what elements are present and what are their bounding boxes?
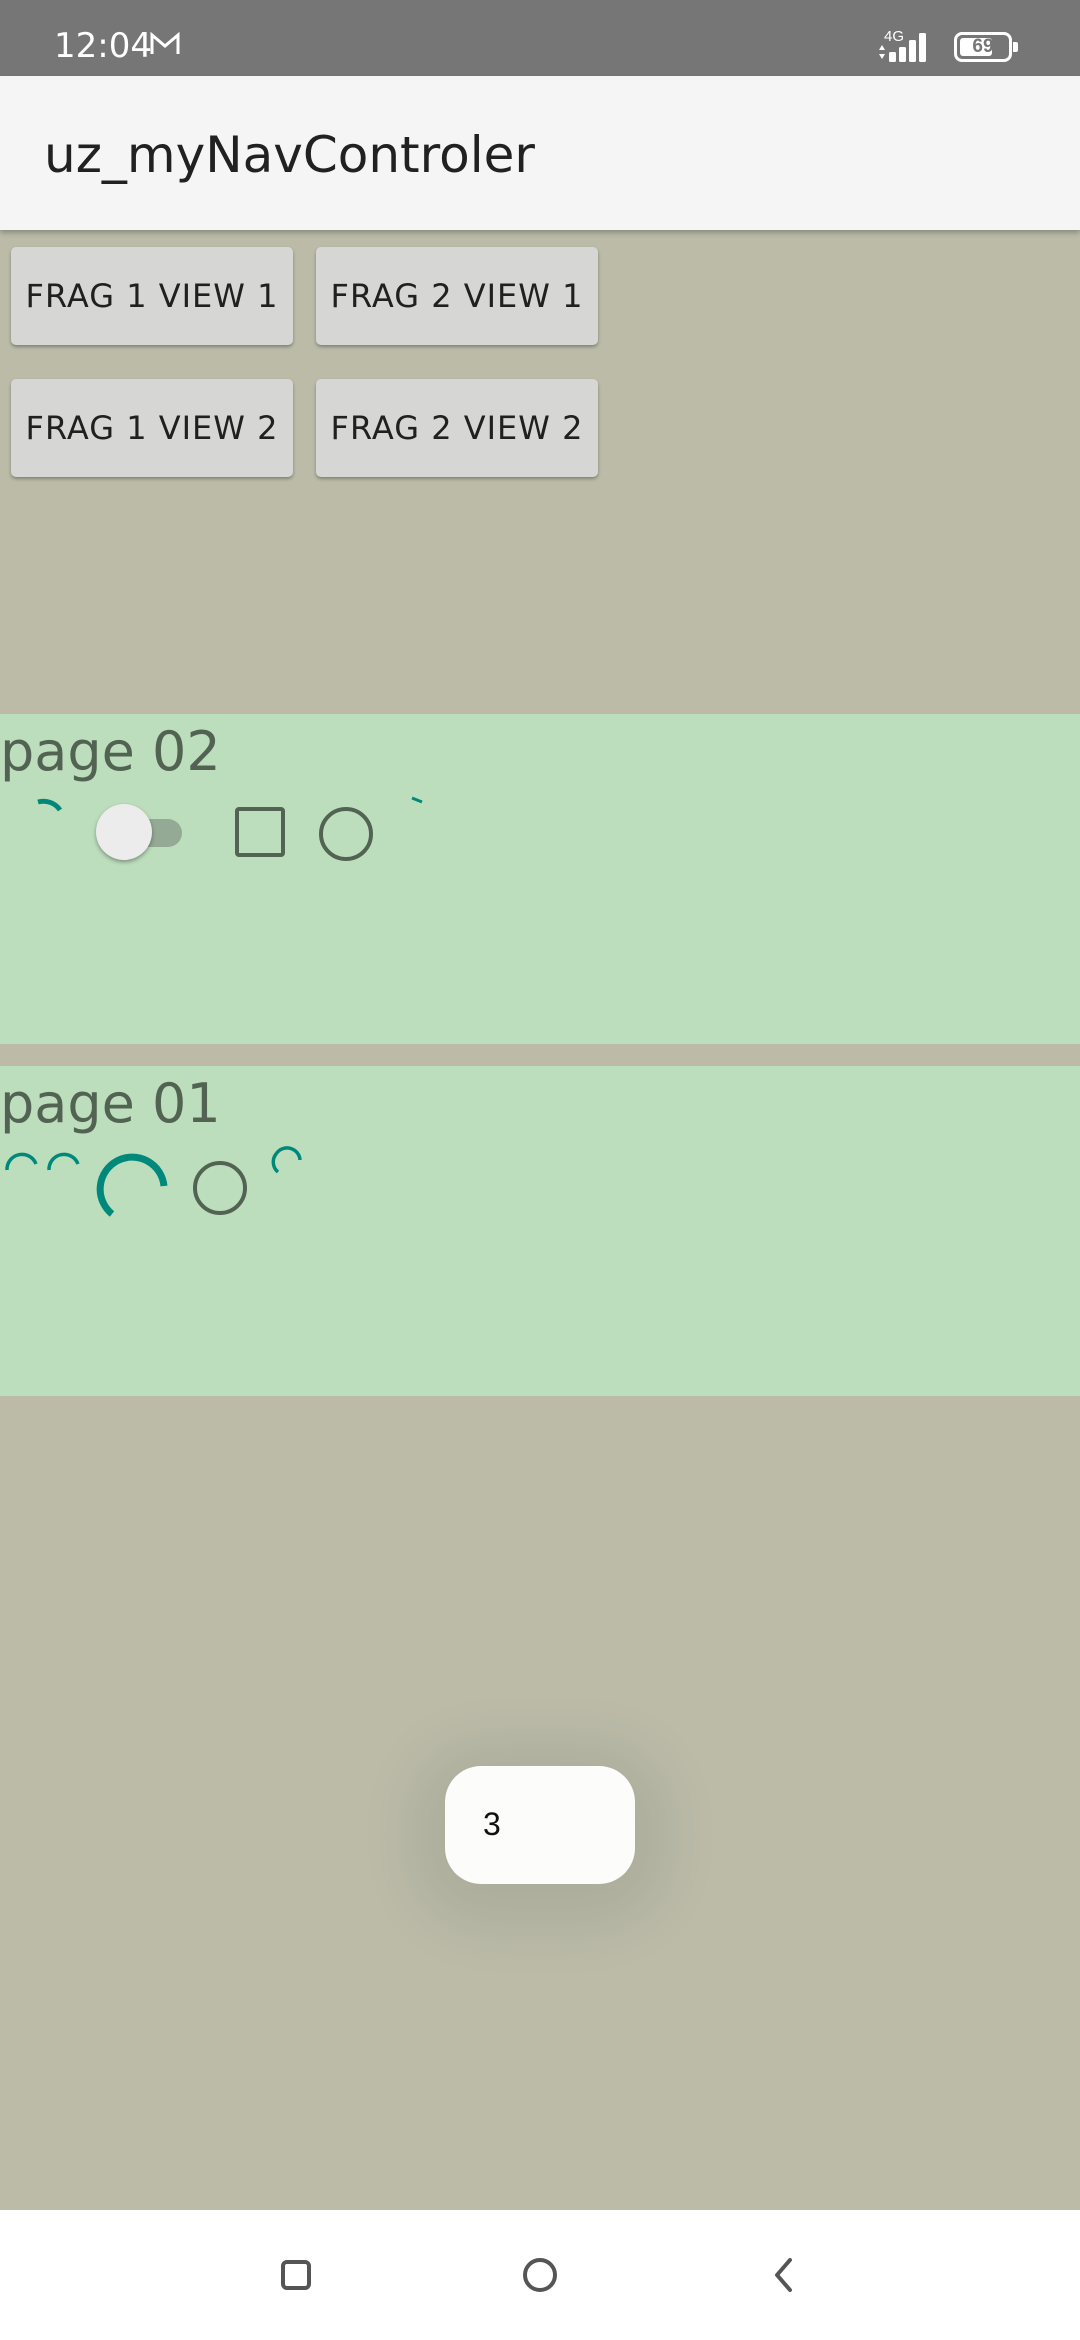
battery-icon: 69 — [954, 32, 1018, 62]
home-icon[interactable] — [513, 2248, 567, 2302]
app-bar: uz_myNavControler — [0, 76, 1080, 230]
checkbox-unchecked[interactable] — [234, 806, 286, 858]
radio-button-unselected[interactable] — [318, 806, 374, 862]
progress-spinner-icon — [411, 796, 423, 804]
toast-message: 3 — [445, 1766, 635, 1884]
back-icon[interactable] — [757, 2248, 811, 2302]
page-01-fragment: page 01 — [0, 1066, 1080, 1396]
frag2-view1-button[interactable]: FRAG 2 VIEW 1 — [316, 247, 598, 345]
frag1-view2-button[interactable]: FRAG 1 VIEW 2 — [11, 379, 293, 477]
app-title: uz_myNavControler — [44, 126, 535, 184]
progress-spinner-small-icon — [271, 1146, 302, 1174]
progress-spinner-small-icon — [5, 1152, 38, 1171]
battery-percentage: 69 — [972, 36, 994, 57]
progress-spinner-small-icon — [47, 1152, 80, 1171]
cellular-signal-icon: 4G — [876, 28, 940, 64]
radio-button-unselected[interactable] — [192, 1160, 248, 1216]
progress-spinner-icon — [37, 798, 63, 812]
status-bar: 12:04 4G 69 — [0, 0, 1080, 76]
progress-spinner-large-icon — [96, 1153, 168, 1217]
gmail-notification-icon — [150, 32, 180, 54]
frag1-view1-button[interactable]: FRAG 1 VIEW 1 — [11, 247, 293, 345]
system-navigation-bar — [0, 2210, 1080, 2340]
page-02-title: page 02 — [0, 720, 221, 783]
page-01-title: page 01 — [0, 1072, 221, 1135]
toggle-switch[interactable] — [96, 804, 188, 860]
page-02-fragment: page 02 — [0, 714, 1080, 1044]
toast-text: 3 — [483, 1806, 501, 1842]
status-time: 12:04 — [54, 26, 152, 66]
recent-apps-icon[interactable] — [269, 2248, 323, 2302]
frag2-view2-button[interactable]: FRAG 2 VIEW 2 — [316, 379, 598, 477]
